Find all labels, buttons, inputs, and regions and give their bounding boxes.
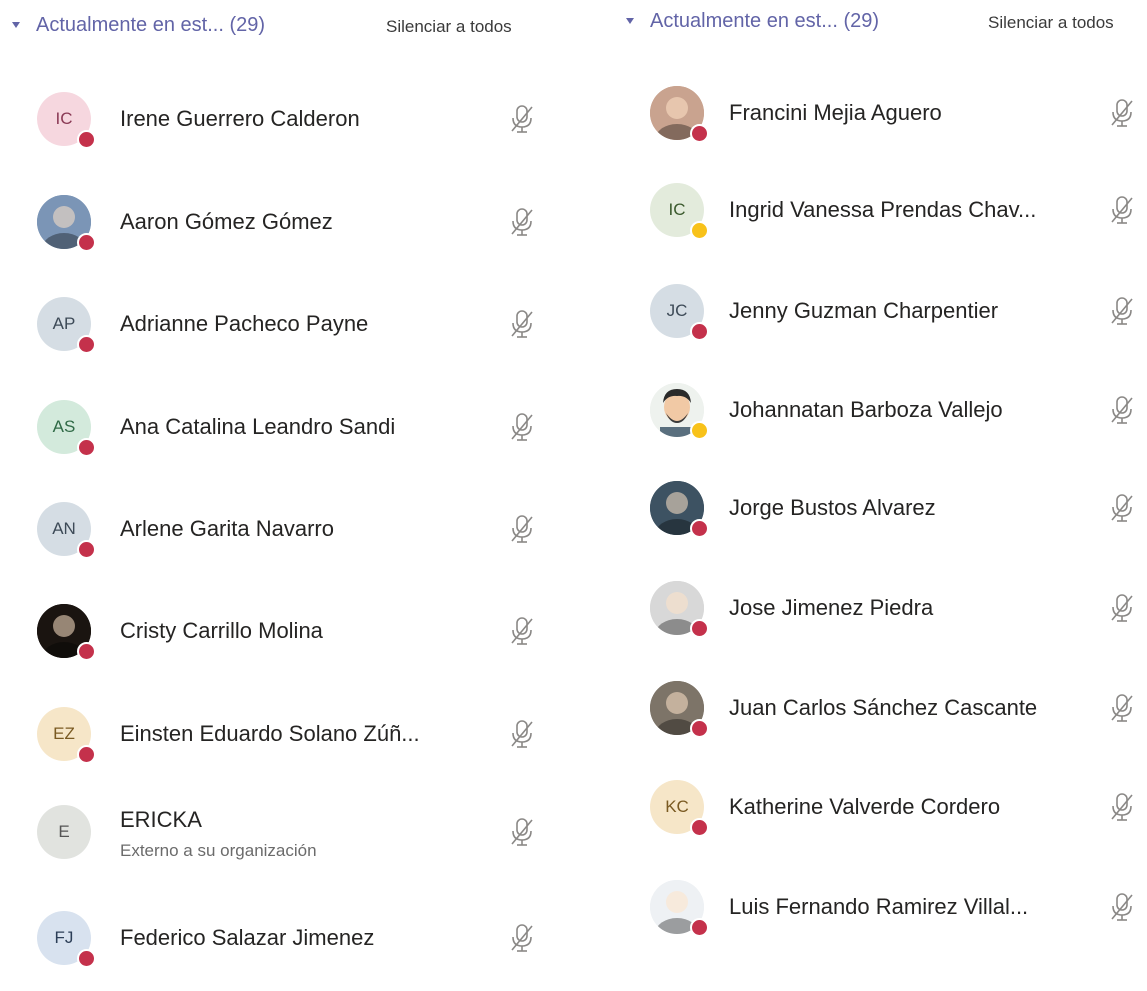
participant-row[interactable]: E ERICKA Externo a su organización <box>0 805 575 885</box>
participant-name: Jorge Bustos Alvarez <box>729 495 936 520</box>
participant-name: Adrianne Pacheco Payne <box>120 311 369 336</box>
participant-row[interactable]: Cristy Carrillo Molina <box>0 604 575 684</box>
mute-all-button[interactable]: Silenciar a todos <box>386 17 512 37</box>
participant-row[interactable]: EZ Einsten Eduardo Solano Zúñ... <box>0 707 575 787</box>
presence-status-icon <box>690 719 709 738</box>
avatar-initials: AN <box>52 519 76 538</box>
presence-status-icon <box>77 335 96 354</box>
presence-status-icon <box>690 818 709 837</box>
participant-name: Juan Carlos Sánchez Cascante <box>729 695 1038 720</box>
participant-row[interactable]: AP Adrianne Pacheco Payne <box>0 297 575 377</box>
chevron-down-icon[interactable] <box>12 22 20 28</box>
microphone-muted-icon[interactable] <box>1110 195 1134 225</box>
participant-row[interactable]: Juan Carlos Sánchez Cascante <box>612 681 1147 761</box>
participant-row[interactable]: FJ Federico Salazar Jimenez <box>0 911 575 991</box>
presence-status-icon <box>690 124 709 143</box>
participant-name: Jose Jimenez Piedra <box>729 595 934 620</box>
avatar-initials: IC <box>668 200 686 219</box>
avatar-initials: AS <box>52 417 76 436</box>
microphone-muted-icon[interactable] <box>1110 593 1134 623</box>
microphone-muted-icon[interactable] <box>510 104 534 134</box>
participant-row[interactable]: IC Ingrid Vanessa Prendas Chav... <box>612 183 1147 263</box>
presence-status-icon <box>690 322 709 341</box>
microphone-muted-icon[interactable] <box>510 207 534 237</box>
microphone-muted-icon[interactable] <box>510 817 534 847</box>
participant-name: Francini Mejia Aguero <box>729 100 942 125</box>
microphone-muted-icon[interactable] <box>510 923 534 953</box>
presence-status-icon <box>690 221 709 240</box>
presence-status-icon <box>77 642 96 661</box>
presence-status-icon <box>690 519 709 538</box>
microphone-muted-icon[interactable] <box>1110 693 1134 723</box>
participant-row[interactable]: Aaron Gómez Gómez <box>0 195 575 275</box>
participant-subtitle: Externo a su organización <box>120 841 317 860</box>
microphone-muted-icon[interactable] <box>510 616 534 646</box>
section-header: Actualmente en est... (29) Silenciar a t… <box>0 0 575 62</box>
participant-name: Ingrid Vanessa Prendas Chav... <box>729 197 1037 222</box>
participants-panel-right: Actualmente en est... (29) Silenciar a t… <box>612 0 1147 966</box>
microphone-muted-icon[interactable] <box>1110 296 1134 326</box>
avatar-initials: IC <box>55 109 73 128</box>
participant-name: Einsten Eduardo Solano Zúñ... <box>120 721 420 746</box>
participant-row[interactable]: Luis Fernando Ramirez Villal... <box>612 880 1147 960</box>
avatar-initials: FJ <box>54 928 74 947</box>
microphone-muted-icon[interactable] <box>510 719 534 749</box>
participant-row[interactable]: JC Jenny Guzman Charpentier <box>612 284 1147 364</box>
participant-row[interactable]: Francini Mejia Aguero <box>612 86 1147 166</box>
participant-name: Arlene Garita Navarro <box>120 516 334 541</box>
participant-row[interactable]: Johannatan Barboza Vallejo <box>612 383 1147 463</box>
presence-status-icon <box>77 745 96 764</box>
section-header: Actualmente en est... (29) Silenciar a t… <box>612 0 1147 62</box>
microphone-muted-icon[interactable] <box>510 309 534 339</box>
presence-status-icon <box>77 438 96 457</box>
microphone-muted-icon[interactable] <box>1110 792 1134 822</box>
avatar-initials: AP <box>52 314 76 333</box>
participant-row[interactable]: Jorge Bustos Alvarez <box>612 481 1147 561</box>
participant-name: Federico Salazar Jimenez <box>120 925 375 950</box>
participant-row[interactable]: Jose Jimenez Piedra <box>612 581 1147 661</box>
participant-row[interactable]: AS Ana Catalina Leandro Sandi <box>0 400 575 480</box>
microphone-muted-icon[interactable] <box>1110 395 1134 425</box>
participant-name: Ana Catalina Leandro Sandi <box>120 414 396 439</box>
participant-name: Cristy Carrillo Molina <box>120 618 323 643</box>
avatar-initials: E <box>58 822 70 841</box>
avatar-initials: KC <box>665 797 689 816</box>
chevron-down-icon[interactable] <box>626 18 634 24</box>
section-title[interactable]: Actualmente en est... (29) <box>650 10 879 33</box>
presence-status-icon <box>77 130 96 149</box>
mute-all-button[interactable]: Silenciar a todos <box>988 13 1114 33</box>
participant-name: Johannatan Barboza Vallejo <box>729 397 1003 422</box>
presence-status-icon <box>77 949 96 968</box>
participant-name: Jenny Guzman Charpentier <box>729 298 999 323</box>
participant-name: ERICKA <box>120 807 202 832</box>
presence-status-icon <box>690 918 709 937</box>
presence-status-icon <box>690 421 709 440</box>
microphone-muted-icon[interactable] <box>510 412 534 442</box>
participant-name: Irene Guerrero Calderon <box>120 106 360 131</box>
microphone-muted-icon[interactable] <box>510 514 534 544</box>
participant-row[interactable]: KC Katherine Valverde Cordero <box>612 780 1147 860</box>
participant-name: Aaron Gómez Gómez <box>120 209 333 234</box>
participant-row[interactable]: IC Irene Guerrero Calderon <box>0 92 575 172</box>
presence-status-icon <box>690 619 709 638</box>
participants-panel-left: Actualmente en est... (29) Silenciar a t… <box>0 0 575 968</box>
section-title[interactable]: Actualmente en est... (29) <box>36 14 265 37</box>
avatar[interactable]: E <box>37 805 91 859</box>
participant-name: Luis Fernando Ramirez Villal... <box>729 894 1029 919</box>
avatar-initials: EZ <box>53 724 75 743</box>
microphone-muted-icon[interactable] <box>1110 493 1134 523</box>
participant-row[interactable]: AN Arlene Garita Navarro <box>0 502 575 582</box>
microphone-muted-icon[interactable] <box>1110 98 1134 128</box>
presence-status-icon <box>77 233 96 252</box>
microphone-muted-icon[interactable] <box>1110 892 1134 922</box>
participant-name: Katherine Valverde Cordero <box>729 794 1001 819</box>
presence-status-icon <box>77 540 96 559</box>
avatar-initials: JC <box>666 301 688 320</box>
